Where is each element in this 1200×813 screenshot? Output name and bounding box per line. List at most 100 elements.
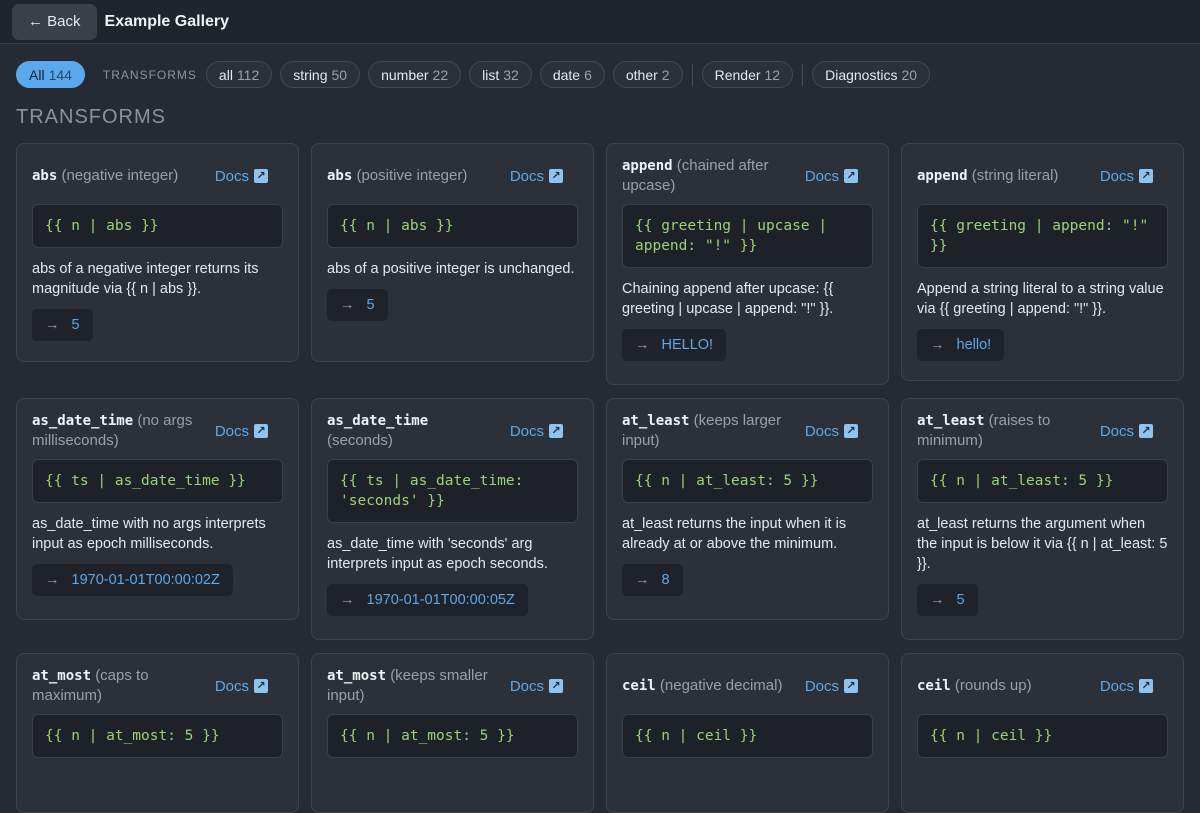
card-title: at_least (keeps larger input) bbox=[622, 411, 792, 451]
variant-label: (negative integer) bbox=[61, 167, 179, 184]
external-link-icon: ↗ bbox=[844, 169, 858, 183]
result-output: → 5 bbox=[327, 289, 388, 321]
group-label-transforms: TRANSFORMS bbox=[102, 67, 197, 82]
top-bar: ← Back Example Gallery bbox=[0, 0, 1200, 44]
arrow-icon: → bbox=[930, 592, 945, 608]
card-title: ceil (negative decimal) bbox=[622, 676, 782, 696]
variant-label: (string literal) bbox=[971, 167, 1059, 184]
external-link-icon: ↗ bbox=[549, 424, 563, 438]
docs-link[interactable]: Docs ↗ bbox=[215, 678, 268, 695]
docs-link[interactable]: Docs ↗ bbox=[805, 423, 858, 440]
card-header: ceil (negative decimal) Docs ↗ bbox=[622, 666, 873, 706]
filter-chip-all[interactable]: All 144 bbox=[16, 61, 85, 88]
docs-link[interactable]: Docs ↗ bbox=[215, 423, 268, 440]
card-title: as_date_time (seconds) bbox=[327, 411, 497, 451]
card-header: as_date_time (seconds) Docs ↗ bbox=[327, 411, 578, 451]
code-snippet: {{ ts | as_date_time: 'seconds' }} bbox=[327, 459, 578, 523]
example-card: at_least (keeps larger input) Docs ↗ {{ … bbox=[606, 398, 889, 620]
variant-label: (negative decimal) bbox=[659, 677, 783, 694]
filter-name: abs bbox=[32, 168, 58, 184]
chip-label: date bbox=[552, 66, 581, 83]
filter-chip-other[interactable]: other 2 bbox=[612, 61, 683, 88]
result-output: → 5 bbox=[917, 584, 978, 616]
code-snippet: {{ n | at_most: 5 }} bbox=[327, 714, 578, 758]
result-output: → 1970-01-01T00:00:02Z bbox=[32, 564, 233, 596]
external-link-icon: ↗ bbox=[549, 169, 563, 183]
result-value: 5 bbox=[366, 297, 375, 313]
back-button[interactable]: ← Back bbox=[12, 3, 97, 40]
card-title: as_date_time (no args milliseconds) bbox=[32, 411, 202, 451]
external-link-icon: ↗ bbox=[254, 424, 268, 438]
docs-link[interactable]: Docs ↗ bbox=[1100, 423, 1153, 440]
result-value: 5 bbox=[956, 592, 965, 608]
filter-chip-transforms-all[interactable]: all 112 bbox=[205, 61, 273, 88]
chip-label: all bbox=[218, 66, 233, 83]
example-description: Chaining append after upcase: {{ greetin… bbox=[622, 281, 834, 317]
arrow-icon: → bbox=[340, 297, 355, 313]
external-link-icon: ↗ bbox=[254, 679, 268, 693]
variant-label: (rounds up) bbox=[954, 677, 1032, 694]
filter-chip-list[interactable]: list 32 bbox=[469, 61, 532, 88]
filter-name: at_least bbox=[917, 413, 985, 429]
docs-link[interactable]: Docs ↗ bbox=[510, 168, 563, 185]
docs-label: Docs bbox=[509, 677, 544, 695]
code-snippet: {{ n | ceil }} bbox=[622, 714, 873, 758]
docs-link[interactable]: Docs ↗ bbox=[1100, 168, 1153, 185]
docs-link[interactable]: Docs ↗ bbox=[1100, 678, 1153, 695]
filter-chip-diagnostics[interactable]: Diagnostics 20 bbox=[812, 61, 931, 88]
filter-chip-render[interactable]: Render 12 bbox=[701, 61, 794, 88]
chip-label: All bbox=[29, 66, 45, 83]
filter-chip-number[interactable]: number 22 bbox=[368, 61, 462, 88]
docs-label: Docs bbox=[509, 422, 544, 440]
filter-chip-string[interactable]: string 50 bbox=[280, 61, 361, 88]
chip-label: string bbox=[293, 66, 328, 83]
docs-label: Docs bbox=[1099, 422, 1134, 440]
docs-link[interactable]: Docs ↗ bbox=[805, 168, 858, 185]
card-header: append (string literal) Docs ↗ bbox=[917, 156, 1168, 196]
chip-count: 20 bbox=[901, 66, 918, 83]
example-description: Append a string literal to a string valu… bbox=[917, 281, 1164, 317]
example-card: as_date_time (seconds) Docs ↗ {{ ts | as… bbox=[311, 398, 594, 640]
docs-link[interactable]: Docs ↗ bbox=[215, 168, 268, 185]
chip-label: number bbox=[381, 66, 429, 83]
chip-count: 50 bbox=[331, 66, 348, 83]
filter-name: abs bbox=[327, 168, 353, 184]
variant-label: (positive integer) bbox=[356, 167, 468, 184]
filter-name: ceil bbox=[622, 678, 656, 694]
card-header: at_least (keeps larger input) Docs ↗ bbox=[622, 411, 873, 451]
example-card: append (chained after upcase) Docs ↗ {{ … bbox=[606, 143, 889, 385]
filter-name: as_date_time bbox=[327, 413, 429, 429]
card-header: at_most (keeps smaller input) Docs ↗ bbox=[327, 666, 578, 706]
example-card: at_most (caps to maximum) Docs ↗ {{ n | … bbox=[16, 653, 299, 813]
code-snippet: {{ greeting | upcase | append: "!" }} bbox=[622, 204, 873, 268]
result-output: → 1970-01-01T00:00:05Z bbox=[327, 584, 528, 616]
docs-link[interactable]: Docs ↗ bbox=[510, 423, 563, 440]
result-value: hello! bbox=[956, 337, 992, 353]
external-link-icon: ↗ bbox=[549, 679, 563, 693]
filter-bar: All 144 TRANSFORMS all 112 string 50 num… bbox=[16, 61, 1184, 88]
page-title: Example Gallery bbox=[104, 12, 230, 30]
docs-link[interactable]: Docs ↗ bbox=[805, 678, 858, 695]
docs-label: Docs bbox=[804, 167, 839, 185]
card-title: append (chained after upcase) bbox=[622, 156, 792, 196]
example-card: append (string literal) Docs ↗ {{ greeti… bbox=[901, 143, 1184, 381]
filter-name: at_least bbox=[622, 413, 690, 429]
filter-name: as_date_time bbox=[32, 413, 134, 429]
card-title: abs (negative integer) bbox=[32, 166, 178, 186]
docs-link[interactable]: Docs ↗ bbox=[510, 678, 563, 695]
result-output: → 5 bbox=[32, 309, 93, 341]
docs-label: Docs bbox=[509, 167, 544, 185]
filter-chip-date[interactable]: date 6 bbox=[539, 61, 605, 88]
docs-label: Docs bbox=[1099, 677, 1134, 695]
card-title: at_least (raises to minimum) bbox=[917, 411, 1087, 451]
chip-label: other bbox=[625, 66, 658, 83]
arrow-icon: → bbox=[635, 572, 650, 588]
external-link-icon: ↗ bbox=[844, 679, 858, 693]
chip-count: 112 bbox=[236, 66, 260, 83]
docs-label: Docs bbox=[214, 422, 249, 440]
divider bbox=[802, 63, 804, 86]
example-card: at_most (keeps smaller input) Docs ↗ {{ … bbox=[311, 653, 594, 813]
example-description: abs of a negative integer returns its ma… bbox=[32, 261, 259, 297]
docs-label: Docs bbox=[214, 167, 249, 185]
result-output: → HELLO! bbox=[622, 329, 727, 361]
